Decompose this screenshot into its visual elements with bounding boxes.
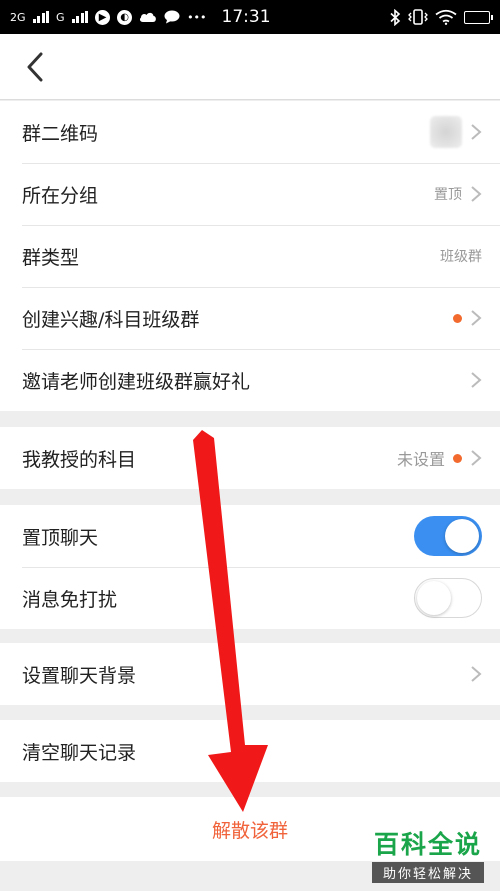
row-right — [470, 665, 482, 683]
qrcode-thumbnail — [430, 116, 462, 148]
row-right: 班级群 — [440, 246, 482, 266]
group-background: 设置聊天背景 — [0, 643, 500, 705]
more-notifications-icon: ••• — [187, 10, 207, 24]
group-chat-switches: 置顶聊天 消息免打扰 — [0, 505, 500, 629]
bluetooth-icon — [390, 8, 401, 26]
row-right: 置顶 — [434, 184, 482, 204]
battery-icon — [464, 10, 493, 24]
signal-bars-icon — [32, 11, 50, 23]
row-value: 置顶 — [434, 187, 462, 203]
row-value: 班级群 — [440, 249, 482, 265]
watermark-logo: 百科全说 助你轻松解决 — [372, 830, 484, 883]
group-clear-history: 清空聊天记录 — [0, 720, 500, 782]
signal-type-1: 2G — [10, 10, 26, 24]
group-subject: 我教授的科目 未设置 — [0, 427, 500, 489]
browser-notification-icon: ◐ — [117, 9, 133, 25]
row-group-category[interactable]: 所在分组 置顶 — [0, 163, 500, 225]
chevron-right-icon — [471, 186, 482, 202]
row-invite-teacher[interactable]: 邀请老师创建班级群赢好礼 — [0, 349, 500, 411]
row-label: 清空聊天记录 — [22, 741, 137, 764]
pin-chat-toggle[interactable] — [414, 516, 482, 556]
chevron-left-icon — [27, 52, 43, 82]
row-value: 未设置 — [396, 450, 445, 469]
status-time: 17:31 — [221, 7, 271, 27]
status-left: 2G G ▶ ◐ ••• 17:31 — [10, 7, 271, 27]
chat-bubble-icon — [164, 10, 180, 24]
toggle-knob — [417, 581, 451, 615]
row-pin-chat: 置顶聊天 — [0, 505, 500, 567]
badge-dot — [453, 453, 462, 463]
badge-dot — [453, 313, 462, 323]
row-label: 创建兴趣/科目班级群 — [22, 308, 200, 331]
row-label: 置顶聊天 — [22, 526, 99, 549]
chevron-right-icon — [471, 372, 482, 388]
row-label: 群二维码 — [22, 122, 99, 145]
dissolve-group-label: 解散该群 — [211, 819, 288, 842]
row-label: 设置聊天背景 — [22, 664, 137, 687]
cloud-icon — [140, 12, 156, 22]
row-chat-background[interactable]: 设置聊天背景 — [0, 643, 500, 705]
chevron-right-icon — [471, 450, 482, 466]
watermark-title: 百科全说 — [373, 830, 482, 859]
row-right — [430, 116, 482, 148]
chevron-right-icon — [471, 124, 482, 140]
row-clear-history[interactable]: 清空聊天记录 — [0, 720, 500, 782]
row-group-qrcode[interactable]: 群二维码 — [0, 101, 500, 163]
signal-type-2: G — [56, 10, 65, 24]
row-do-not-disturb: 消息免打扰 — [0, 567, 500, 629]
vibrate-icon — [408, 9, 428, 25]
row-my-subject[interactable]: 我教授的科目 未设置 — [0, 427, 500, 489]
signal-bars-icon-2 — [71, 11, 89, 23]
group-group-info: 群二维码 所在分组 置顶 群类型 班级群 创建兴趣/科目班级群 邀请老师创建班级… — [0, 101, 500, 411]
row-label: 邀请老师创建班级群赢好礼 — [22, 370, 251, 393]
chevron-right-icon — [471, 666, 482, 682]
row-create-subject-group[interactable]: 创建兴趣/科目班级群 — [0, 287, 500, 349]
row-label: 群类型 — [22, 246, 80, 269]
back-button[interactable] — [18, 50, 52, 84]
app-notification-icon: ▶ — [95, 9, 111, 25]
row-right: 未设置 — [397, 446, 482, 470]
row-right — [470, 371, 482, 389]
header-bar — [0, 34, 500, 100]
status-right — [389, 8, 493, 26]
wifi-icon — [435, 9, 457, 25]
toggle-knob — [445, 519, 479, 553]
row-group-type: 群类型 班级群 — [0, 225, 500, 287]
watermark-subtitle: 助你轻松解决 — [372, 862, 484, 883]
row-right — [453, 309, 482, 327]
row-label: 我教授的科目 — [22, 448, 137, 471]
do-not-disturb-toggle[interactable] — [414, 578, 482, 618]
status-bar: 2G G ▶ ◐ ••• 17:31 — [0, 0, 500, 34]
row-label: 消息免打扰 — [22, 588, 118, 611]
chevron-right-icon — [471, 310, 482, 326]
row-label: 所在分组 — [22, 184, 99, 207]
